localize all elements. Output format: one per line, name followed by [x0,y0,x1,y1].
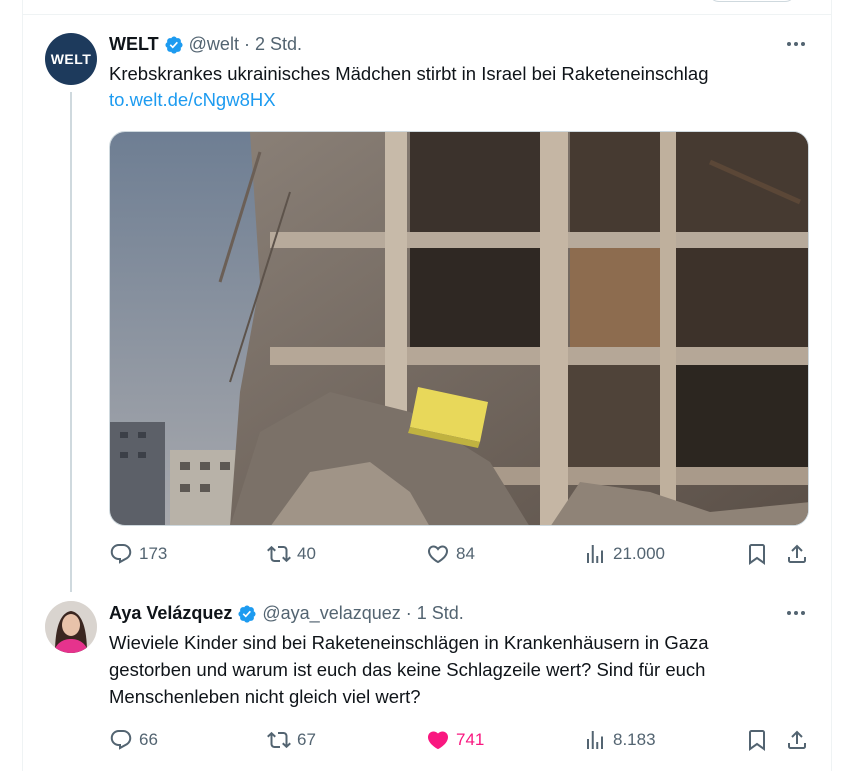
destroyed-building-photo [110,132,808,525]
timestamp[interactable]: 2 Std. [255,34,302,55]
views-count: 8.183 [613,730,656,749]
share-button[interactable] [785,728,809,752]
tweet-header: Aya Velázquez @aya_velazquez · 1 Std. [109,603,464,624]
tweet-header: WELT @welt · 2 Std. [109,34,302,55]
retweet-button[interactable]: 67 [267,728,316,752]
profile-photo [45,601,97,653]
bookmark-button[interactable] [745,542,769,566]
retweet-button[interactable]: 40 [267,542,316,566]
views-chart-icon [587,545,603,563]
views-count: 21.000 [613,544,665,563]
tweet-text: Krebskrankes ukrainisches Mädchen stirbt… [109,63,709,84]
avatar-logo-text: WELT [50,51,92,67]
views-button[interactable]: 21.000 [583,542,665,566]
share-icon [788,730,806,749]
views-button[interactable]: 8.183 [583,728,656,752]
reply-count: 66 [139,730,158,749]
bookmark-button[interactable] [745,728,769,752]
share-button[interactable] [785,542,809,566]
tweet-actions: 173 40 84 21.000 [109,542,811,568]
author-handle[interactable]: @aya_velazquez [262,603,400,624]
tweet-text-line: gestorben und warum ist euch das keine S… [109,659,706,680]
reply-icon [110,544,132,564]
like-count: 84 [456,544,475,563]
avatar-welt[interactable]: WELT [45,33,97,85]
bookmark-icon [749,544,765,565]
retweet-count: 40 [297,544,316,563]
views-chart-icon [587,731,603,749]
author-name[interactable]: Aya Velázquez [109,603,232,624]
like-button[interactable]: 84 [426,542,475,566]
separator-dot: · [405,603,412,623]
tweet-link[interactable]: to.welt.de/cNgw8HX [109,89,276,111]
retweet-icon [267,545,291,563]
reply-count: 173 [139,544,168,563]
like-count: 741 [456,730,485,749]
verified-badge-icon[interactable] [237,604,257,624]
reply-button[interactable]: 173 [109,542,167,566]
bookmark-icon [749,730,765,751]
reply-icon [110,730,132,750]
tweet-media-image[interactable] [109,131,809,526]
top-button[interactable] [708,0,796,2]
verified-badge-icon[interactable] [164,35,184,55]
retweet-icon [267,731,291,749]
share-icon [788,544,806,563]
heart-icon [427,545,449,564]
author-handle[interactable]: @welt [189,34,239,55]
tweet-text: Wieviele Kinder sind bei Raketeneinschlä… [109,629,809,710]
avatar-aya[interactable] [45,601,97,653]
separator-dot: · [243,34,250,54]
thread-line [70,92,72,592]
author-name[interactable]: WELT [109,34,159,55]
more-options-icon[interactable] [781,603,811,623]
heart-filled-icon [427,731,449,750]
tweet-text-line: Menschenleben nicht gleich viel wert? [109,686,421,707]
more-options-icon[interactable] [781,34,811,54]
retweet-count: 67 [297,730,316,749]
tweet-actions: 66 67 741 8.183 [109,728,811,754]
tweet-text-line: Wieviele Kinder sind bei Raketeneinschlä… [109,632,709,653]
like-button[interactable]: 741 [426,728,484,752]
timestamp[interactable]: 1 Std. [417,603,464,624]
reply-button[interactable]: 66 [109,728,158,752]
divider [22,14,832,15]
